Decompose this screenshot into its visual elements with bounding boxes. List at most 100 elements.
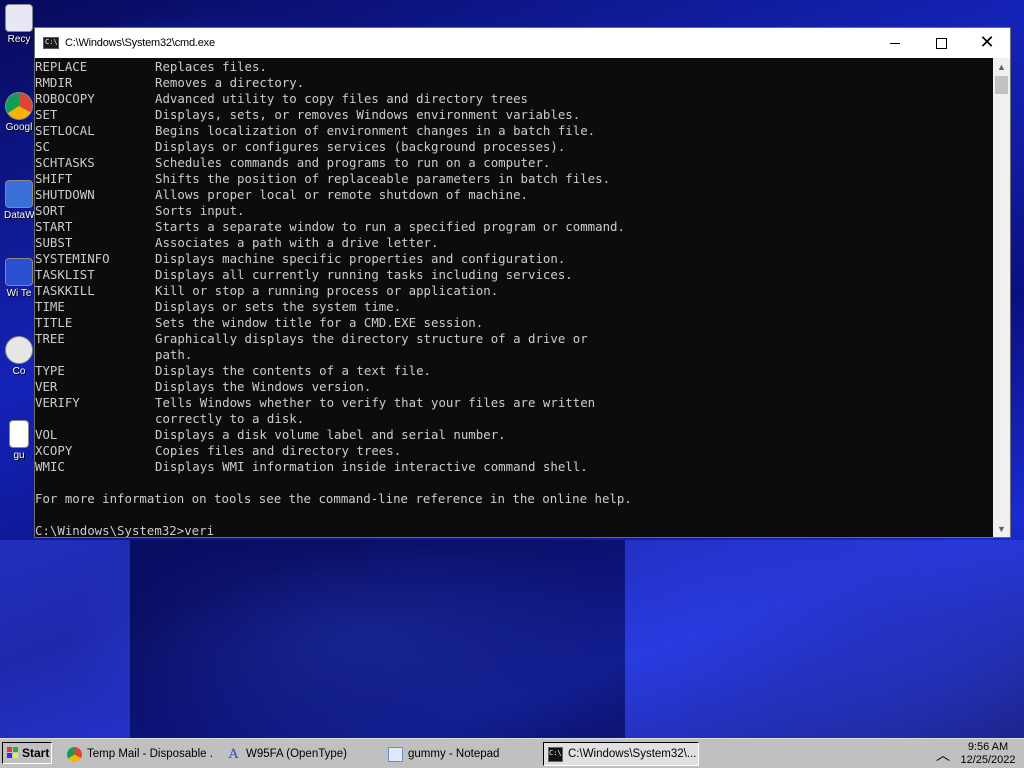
command-name: VER <box>35 379 58 394</box>
desktop-icon-datawarehouse[interactable]: DataW <box>4 180 34 221</box>
clock-date: 12/25/2022 <box>960 754 1016 766</box>
vertical-scrollbar[interactable]: ▲ ▼ <box>993 58 1010 537</box>
chrome-icon <box>5 92 33 120</box>
desktop-icon-recycle-bin[interactable]: Recy <box>4 4 34 45</box>
notepad-file-icon <box>9 420 29 448</box>
desktop-icon-label: Googl <box>5 122 33 133</box>
command-description: Displays the contents of a text file. <box>155 363 432 378</box>
command-description: path. <box>155 347 193 362</box>
command-name: TASKLIST <box>35 267 95 282</box>
taskbar-item-label: Temp Mail - Disposable ... <box>87 748 213 760</box>
start-label: Start <box>22 746 50 760</box>
taskbar: Start Temp Mail - Disposable ... A W95FA… <box>0 738 1024 768</box>
command-name: TASKKILL <box>35 283 95 298</box>
scroll-thumb[interactable] <box>995 76 1008 94</box>
command-name: SHIFT <box>35 171 73 186</box>
desktop-icon-label: Co <box>12 366 26 377</box>
datawarehouse-icon <box>5 180 33 208</box>
desktop-icon-text-editor[interactable]: Wi Te <box>4 258 34 299</box>
command-description: Displays the Windows version. <box>155 379 372 394</box>
cmd-icon: C:\ <box>548 746 563 762</box>
command-name: TREE <box>35 331 65 346</box>
desktop-icon-label: gu <box>13 450 25 461</box>
command-description: Graphically displays the directory struc… <box>155 331 588 346</box>
command-name: VERIFY <box>35 395 80 410</box>
notepad-icon <box>388 746 403 762</box>
app-icon <box>5 336 33 364</box>
desktop-icon-label: Wi Te <box>6 288 32 299</box>
maximize-button[interactable] <box>918 28 964 58</box>
command-description: Replaces files. <box>155 59 267 74</box>
command-description: Starts a separate window to run a specif… <box>155 219 625 234</box>
console-output[interactable]: REPLACE Replaces files. RMDIR Removes a dir… <box>35 58 994 537</box>
minimize-button[interactable] <box>872 28 918 58</box>
taskbar-item-label: W95FA (OpenType) <box>246 748 347 760</box>
command-description: Displays, sets, or removes Windows envir… <box>155 107 581 122</box>
command-description: correctly to a disk. <box>155 411 305 426</box>
windows-logo-icon <box>7 747 19 759</box>
taskbar-item-notepad[interactable]: gummy - Notepad <box>384 742 534 766</box>
command-description: Sorts input. <box>155 203 245 218</box>
command-description: Advanced utility to copy files and direc… <box>155 91 528 106</box>
taskbar-item-cmd[interactable]: C:\ C:\Windows\System32\... <box>543 742 699 766</box>
command-description: Displays a disk volume label and serial … <box>155 427 506 442</box>
command-description: Tells Windows whether to verify that you… <box>155 395 596 410</box>
command-name: WMIC <box>35 459 65 474</box>
taskbar-item-label: gummy - Notepad <box>408 748 500 760</box>
command-description: Sets the window title for a CMD.EXE sess… <box>155 315 484 330</box>
command-description: Schedules commands and programs to run o… <box>155 155 551 170</box>
wallpaper-shape <box>625 540 1024 738</box>
command-description: Displays WMI information inside interact… <box>155 459 588 474</box>
desktop-icon-chrome[interactable]: Googl <box>4 92 34 133</box>
command-name: VOL <box>35 427 58 442</box>
cmd-window[interactable]: C:\ C:\Windows\System32\cmd.exe ✕ REPLAC… <box>34 27 1011 538</box>
command-name: SET <box>35 107 58 122</box>
font-icon: A <box>228 746 239 762</box>
taskbar-item-font-viewer[interactable]: A W95FA (OpenType) <box>222 742 372 766</box>
command-name: REPLACE <box>35 59 88 74</box>
clock-time: 9:56 AM <box>967 741 1009 753</box>
command-description: Removes a directory. <box>155 75 305 90</box>
wallpaper-shape <box>0 540 130 738</box>
chevron-up-icon[interactable]: ︿ <box>936 745 950 765</box>
desktop-icon-label: Recy <box>7 34 31 45</box>
recycle-bin-icon <box>5 4 33 32</box>
chrome-icon <box>67 746 82 762</box>
command-name: ROBOCOPY <box>35 91 95 106</box>
command-prompt[interactable]: C:\Windows\System32>veri <box>35 523 214 537</box>
command-description: Displays or configures services (backgro… <box>155 139 566 154</box>
close-button[interactable]: ✕ <box>964 28 1010 58</box>
system-clock[interactable]: 9:56 AM 12/25/2022 <box>955 741 1021 767</box>
cmd-icon: C:\ <box>43 37 59 49</box>
command-name: TITLE <box>35 315 73 330</box>
command-description: Allows proper local or remote shutdown o… <box>155 187 528 202</box>
desktop-icon-gummy[interactable]: gu <box>4 420 34 461</box>
command-description: Shifts the position of replaceable param… <box>155 171 611 186</box>
command-name: SC <box>35 139 50 154</box>
command-description: Copies files and directory trees. <box>155 443 402 458</box>
command-description: Associates a path with a drive letter. <box>155 235 439 250</box>
command-description: Kill or stop a running process or applic… <box>155 283 499 298</box>
window-title: C:\Windows\System32\cmd.exe <box>65 37 215 49</box>
close-icon: ✕ <box>979 32 995 53</box>
desktop-icon-app[interactable]: Co <box>4 336 34 377</box>
command-name: SETLOCAL <box>35 123 95 138</box>
command-name: SYSTEMINFO <box>35 251 110 266</box>
scroll-down-icon[interactable]: ▼ <box>993 520 1010 537</box>
taskbar-item-chrome[interactable]: Temp Mail - Disposable ... <box>63 742 213 766</box>
command-name: TYPE <box>35 363 65 378</box>
command-name: XCOPY <box>35 443 73 458</box>
console-footer: For more information on tools see the co… <box>35 491 632 506</box>
scroll-up-icon[interactable]: ▲ <box>993 58 1010 75</box>
command-description: Displays all currently running tasks inc… <box>155 267 573 282</box>
command-description: Begins localization of environment chang… <box>155 123 596 138</box>
command-name: TIME <box>35 299 65 314</box>
desktop-icon-label: DataW <box>4 210 34 221</box>
command-name: START <box>35 219 73 234</box>
command-description: Displays or sets the system time. <box>155 299 402 314</box>
command-name: RMDIR <box>35 75 73 90</box>
taskbar-item-label: C:\Windows\System32\... <box>568 748 697 760</box>
window-titlebar[interactable]: C:\ C:\Windows\System32\cmd.exe ✕ <box>35 28 1010 59</box>
start-button[interactable]: Start <box>2 742 52 764</box>
command-name: SHUTDOWN <box>35 187 95 202</box>
